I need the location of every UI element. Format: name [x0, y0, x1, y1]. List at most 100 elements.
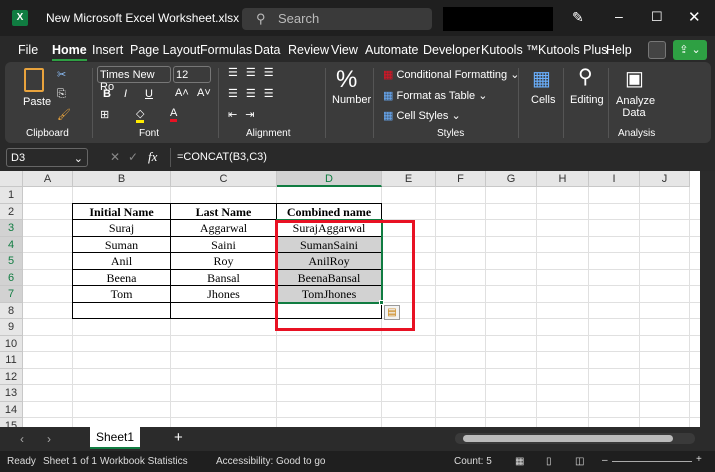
tab-file[interactable]: File	[18, 43, 38, 57]
row-header-13[interactable]: 13	[0, 385, 23, 402]
table-cell[interactable]: Bansal	[170, 268, 277, 286]
page-layout-view-icon[interactable]: ▯	[546, 456, 552, 467]
row-header-1[interactable]: 1	[0, 187, 23, 204]
row-header-2[interactable]: 2	[0, 203, 23, 220]
row-header-9[interactable]: 9	[0, 319, 23, 336]
editing-search-icon[interactable]: ⚲	[578, 64, 593, 89]
cells-button[interactable]: Cells	[531, 94, 555, 106]
tab-view[interactable]: View	[331, 43, 358, 57]
shrink-font-button[interactable]: A˅	[197, 87, 211, 99]
grow-font-button[interactable]: A˄	[175, 87, 189, 99]
fill-color-icon[interactable]: ◇	[136, 107, 145, 123]
table-cell[interactable]: Aggarwal	[170, 219, 277, 237]
tab-review[interactable]: Review	[288, 43, 329, 57]
row-header-11[interactable]: 11	[0, 352, 23, 369]
sheet-tab-sheet1[interactable]: Sheet1	[90, 427, 140, 449]
format-as-table-button[interactable]: ▦ Format as Table ⌄	[383, 89, 487, 102]
column-header-H[interactable]: H	[537, 171, 589, 187]
share-button[interactable]: ⇪ ⌄	[673, 40, 707, 60]
table-cell[interactable]: Jhones	[170, 285, 277, 303]
close-button[interactable]: ✕	[688, 8, 701, 26]
table-cell[interactable]	[72, 301, 171, 319]
tab-developer[interactable]: Developer	[423, 43, 480, 57]
maximize-button[interactable]: ☐	[651, 9, 663, 25]
row-header-15[interactable]: 15	[0, 418, 23, 427]
tab-insert[interactable]: Insert	[92, 43, 123, 57]
column-header-D[interactable]: D	[277, 171, 382, 187]
enter-icon[interactable]: ✓	[128, 150, 138, 164]
cell-styles-button[interactable]: ▦ Cell Styles ⌄	[383, 109, 461, 122]
column-header-C[interactable]: C	[171, 171, 277, 187]
format-painter-icon[interactable]: 🖌	[57, 108, 71, 121]
cells-icon[interactable]: ▦	[532, 66, 551, 91]
vertical-align-buttons[interactable]: ☰☰☰	[228, 66, 282, 79]
vertical-scrollbar[interactable]	[700, 171, 715, 427]
tab-data[interactable]: Data	[254, 43, 280, 57]
number-button[interactable]: Number	[332, 94, 371, 106]
analyze-data-button[interactable]: Analyze Data	[616, 95, 655, 119]
column-header-J[interactable]: J	[640, 171, 690, 187]
row-header-10[interactable]: 10	[0, 335, 23, 352]
indent-buttons[interactable]: ⇤⇥	[228, 108, 262, 121]
tab-kutools-[interactable]: Kutools ™	[481, 43, 539, 57]
bold-button[interactable]: B	[103, 88, 111, 100]
tab-formulas[interactable]: Formulas	[200, 43, 252, 57]
table-header-cell[interactable]: Initial Name	[72, 202, 171, 220]
search-box[interactable]: ⚲ Search	[242, 8, 432, 30]
table-cell[interactable]	[170, 301, 277, 319]
tab-kutools-plus[interactable]: Kutools Plus	[538, 43, 607, 57]
row-header-8[interactable]: 8	[0, 302, 23, 319]
paste-button[interactable]: Paste	[23, 96, 51, 108]
prev-sheet-button[interactable]: ‹	[20, 432, 24, 446]
pen-icon[interactable]: ✎	[572, 9, 584, 26]
italic-button[interactable]: I	[124, 88, 127, 100]
column-header-B[interactable]: B	[73, 171, 171, 187]
name-box[interactable]: D3 ⌄	[6, 148, 88, 167]
zoom-in-button[interactable]: +	[696, 454, 702, 465]
borders-icon[interactable]: ⊞	[100, 108, 109, 121]
column-header-G[interactable]: G	[486, 171, 537, 187]
cut-icon[interactable]: ✂	[57, 68, 66, 81]
table-cell[interactable]: Suraj	[72, 219, 171, 237]
row-header-7[interactable]: 7	[0, 286, 23, 303]
conditional-formatting-button[interactable]: ▦ Conditional Formatting ⌄	[383, 68, 519, 81]
row-header-3[interactable]: 3	[0, 220, 23, 237]
underline-button[interactable]: U	[145, 88, 153, 100]
tab-help[interactable]: Help	[606, 43, 632, 57]
workbook-statistics[interactable]: Workbook Statistics	[100, 456, 188, 467]
add-sheet-button[interactable]: +	[174, 429, 183, 446]
accessibility-status[interactable]: Accessibility: Good to go	[216, 456, 326, 467]
column-header-E[interactable]: E	[382, 171, 436, 187]
column-header-A[interactable]: A	[23, 171, 73, 187]
column-header-F[interactable]: F	[436, 171, 486, 187]
normal-view-icon[interactable]: ▦	[515, 456, 524, 467]
zoom-slider[interactable]	[612, 461, 692, 462]
table-header-cell[interactable]: Combined name	[276, 202, 382, 220]
row-header-12[interactable]: 12	[0, 368, 23, 385]
cancel-icon[interactable]: ✕	[110, 150, 120, 164]
copy-icon[interactable]: ⎘	[57, 88, 66, 101]
table-cell[interactable]: Anil	[72, 252, 171, 270]
table-cell[interactable]: Suman	[72, 235, 171, 253]
paste-icon[interactable]	[24, 68, 44, 92]
next-sheet-button[interactable]: ›	[47, 432, 51, 446]
table-header-cell[interactable]: Last Name	[170, 202, 277, 220]
percent-icon[interactable]: %	[336, 66, 357, 94]
row-header-14[interactable]: 14	[0, 401, 23, 418]
insert-function-button[interactable]: fx	[148, 149, 157, 165]
minimize-button[interactable]: –	[615, 8, 623, 24]
table-cell[interactable]: Roy	[170, 252, 277, 270]
editing-button[interactable]: Editing	[570, 94, 604, 106]
analyze-data-icon[interactable]: ▣	[625, 66, 644, 91]
window-title[interactable]: New Microsoft Excel Worksheet.xlsx ⌄	[46, 11, 253, 25]
row-header-4[interactable]: 4	[0, 236, 23, 253]
page-break-view-icon[interactable]: ◫	[575, 456, 584, 467]
select-all-corner[interactable]	[0, 171, 23, 187]
comments-button[interactable]	[648, 41, 666, 59]
column-header-I[interactable]: I	[589, 171, 640, 187]
row-header-5[interactable]: 5	[0, 253, 23, 270]
formula-input[interactable]: =CONCAT(B3,C3)	[170, 148, 710, 167]
tab-page-layout[interactable]: Page Layout	[130, 43, 200, 57]
tab-home[interactable]: Home	[52, 43, 87, 61]
font-color-icon[interactable]: A	[170, 107, 178, 122]
